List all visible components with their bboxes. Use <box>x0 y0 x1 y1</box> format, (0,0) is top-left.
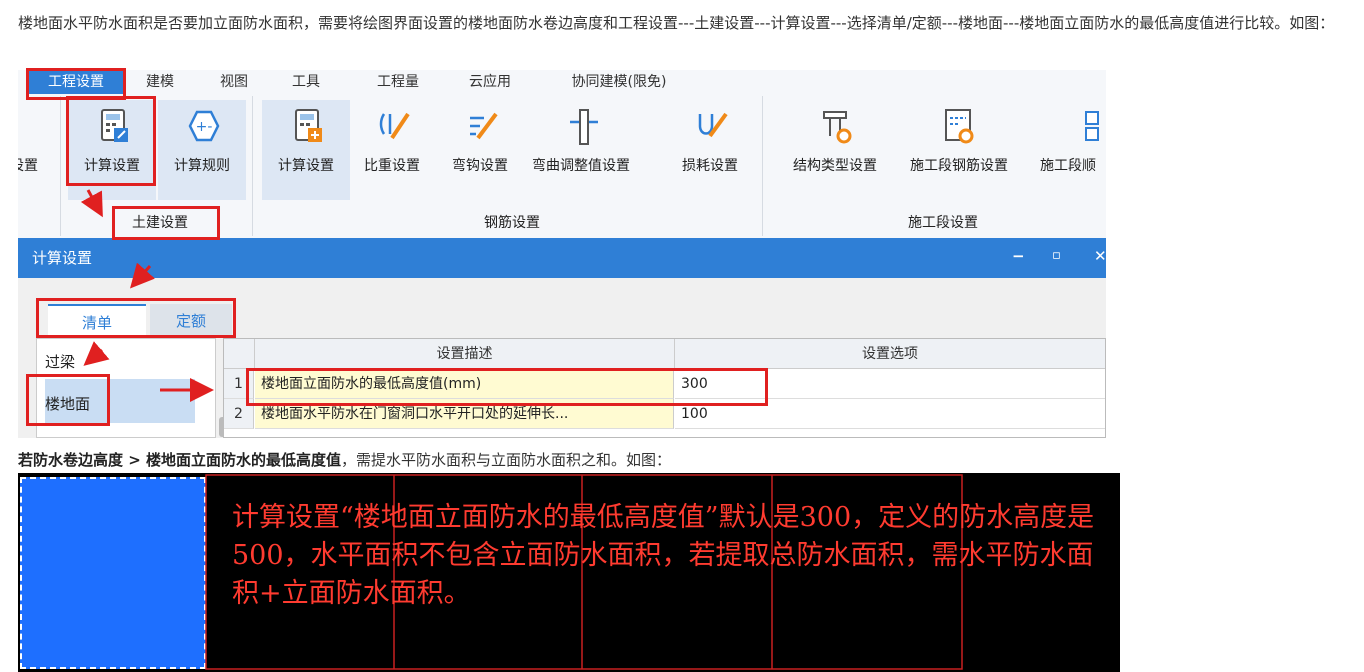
maximize-icon[interactable]: ▫ <box>1052 248 1061 263</box>
specific-gravity-tool[interactable]: 比重设置 <box>348 100 436 200</box>
menu-collab[interactable]: 协同建模(限免) <box>554 70 684 94</box>
menu-modeling[interactable]: 建模 <box>136 70 184 94</box>
partial-settings-tool[interactable]: 设置 <box>18 100 38 200</box>
grid-corner <box>224 339 255 369</box>
hook-pen-icon <box>470 112 498 140</box>
group-stage-settings: 施工段设置 <box>908 215 978 231</box>
dialog-titlebar: 计算设置 − ▫ ✕ <box>18 238 1106 278</box>
numbered-list-icon <box>1085 111 1099 141</box>
stage-rebar-tool[interactable]: 施工段钢筋设置 <box>896 100 1022 200</box>
annotation-text: 计算设置“楼地面立面防水的最低高度值”默认是300，定义的防水高度是500，水平… <box>232 502 1095 609</box>
menu-tools[interactable]: 工具 <box>286 70 326 94</box>
gravity-pen-icon <box>379 112 410 140</box>
loss-pen-icon <box>698 112 728 138</box>
loss-tool[interactable]: 损耗设置 <box>666 100 754 200</box>
highlight-civil-group <box>112 206 220 240</box>
close-icon[interactable]: ✕ <box>1094 247 1106 265</box>
highlight-calc-settings <box>66 96 156 186</box>
svg-text:+-: +- <box>196 119 213 135</box>
separator <box>762 96 763 236</box>
condition-bold-text: 若防水卷边高度 > 楼地面立面防水的最低高度值 <box>18 451 342 469</box>
intro-paragraph: 楼地面水平防水面积是否要加立面防水面积，需要将绘图界面设置的楼地面防水卷边高度和… <box>18 14 1335 32</box>
menu-quantity[interactable]: 工程量 <box>370 70 426 94</box>
separator <box>252 96 253 236</box>
header-description: 设置描述 <box>255 339 675 369</box>
condition-rest-text: ，需提水平防水面积与立面防水面积之和。如图： <box>341 451 672 469</box>
separator <box>60 96 61 236</box>
rebar-calc-settings-tool[interactable]: 计算设置 <box>262 100 350 200</box>
menu-view[interactable]: 视图 <box>214 70 254 94</box>
highlight-floor-item <box>26 374 110 426</box>
stage-order-tool[interactable]: 施工段顺 <box>1036 100 1106 200</box>
list-item-lintel[interactable]: 过梁 <box>45 351 75 372</box>
menu-cloud[interactable]: 云应用 <box>462 70 518 94</box>
cad-drawing-screenshot: 计算设置“楼地面立面防水的最低高度值”默认是300，定义的防水高度是500，水平… <box>18 473 1120 672</box>
dialog-title: 计算设置 <box>32 249 93 267</box>
stage-gear-icon <box>945 109 974 144</box>
minimize-icon[interactable]: − <box>1012 247 1025 265</box>
bend-rebar-icon <box>570 109 598 145</box>
highlight-row-1 <box>246 368 768 406</box>
calc-rules-tool[interactable]: +- 计算规则 <box>158 100 246 200</box>
group-rebar-settings: 钢筋设置 <box>484 215 540 231</box>
bend-adjust-tool[interactable]: 弯曲调整值设置 <box>532 100 630 200</box>
struct-type-tool[interactable]: 结构类型设置 <box>780 100 890 200</box>
header-option: 设置选项 <box>675 339 1105 369</box>
struct-gear-icon <box>823 111 852 144</box>
calculator-plus-icon <box>295 109 322 142</box>
plus-minus-hexagon-icon: +- <box>188 110 220 142</box>
calc-settings-dialog: 计算设置 − ▫ ✕ 清单 定额 过梁 楼地面 设置描述 设置选项 1 楼地面立… <box>18 238 1106 438</box>
hook-tool[interactable]: 弯钩设置 <box>436 100 524 200</box>
condition-paragraph: 若防水卷边高度 > 楼地面立面防水的最低高度值，需提水平防水面积与立面防水面积之… <box>18 449 1118 471</box>
highlight-tabs <box>36 298 236 338</box>
